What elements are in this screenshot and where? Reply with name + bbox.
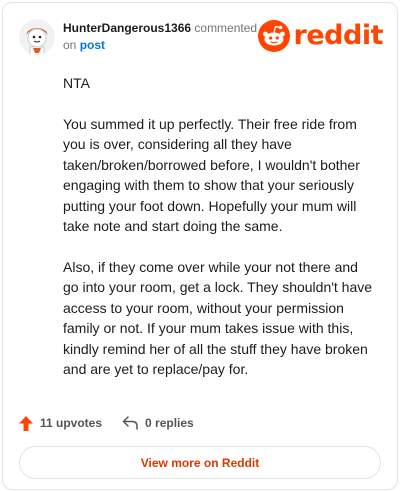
comment-paragraph: Also, if they come over while your not t… — [63, 258, 373, 378]
post-link[interactable]: post — [80, 38, 105, 52]
comment-meta: HunterDangerous1366 commented on post — [63, 20, 263, 54]
reply-arrow-icon — [122, 416, 138, 430]
action-text: commented — [194, 21, 258, 35]
comment-actions: 11 upvotes 0 replies — [19, 413, 214, 433]
upvote-count: 11 upvotes — [40, 416, 103, 430]
upvote-button[interactable]: 11 upvotes — [19, 415, 103, 431]
comment-body: NTA You summed it up perfectly. Their fr… — [63, 73, 375, 400]
snoo-icon — [257, 20, 290, 52]
reddit-wordmark: reddit — [293, 20, 384, 51]
view-more-label: View more on Reddit — [140, 455, 260, 470]
comment-embed-card: HunterDangerous1366 commented on post re… — [2, 2, 398, 490]
on-text: on — [63, 38, 77, 52]
username-link[interactable]: HunterDangerous1366 — [63, 21, 191, 35]
reply-count: 0 replies — [145, 416, 194, 430]
reddit-logo[interactable]: reddit — [257, 20, 384, 52]
upvote-arrow-icon — [19, 415, 33, 431]
comment-paragraph: NTA — [63, 75, 90, 91]
comment-header: HunterDangerous1366 commented on post re… — [19, 17, 384, 57]
user-avatar[interactable] — [19, 19, 55, 55]
view-more-button[interactable]: View more on Reddit — [19, 446, 381, 479]
reply-button[interactable]: 0 replies — [122, 416, 194, 430]
comment-paragraph: You summed it up perfectly. Their free r… — [63, 115, 360, 235]
